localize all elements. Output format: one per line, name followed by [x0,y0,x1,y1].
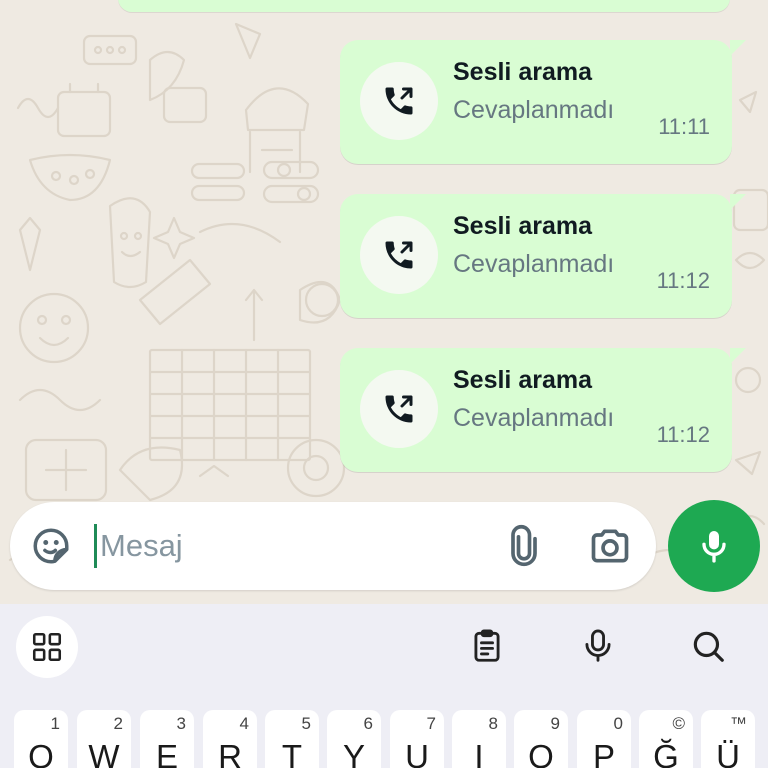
key-w[interactable]: 2W [77,710,131,768]
key-hint: 1 [50,714,60,733]
key-hint: 6 [363,714,373,733]
call-status-label: Cevaplanmadı [453,250,615,278]
key-u[interactable]: 7U [390,710,444,768]
call-status-label: Cevaplanmadı [453,404,615,432]
call-status-label: Cevaplanmadı [453,96,615,124]
mic-outline-icon [585,629,611,662]
camera-icon[interactable] [588,524,632,568]
key-r[interactable]: 4R [203,710,257,768]
key-letter: Q [28,738,54,768]
outgoing-call-icon [385,241,413,269]
key-p[interactable]: 0P [577,710,631,768]
key-hint: ™ [730,714,747,733]
key-hint: 2 [113,714,123,733]
key-hint: © [672,714,685,733]
clipboard-button[interactable] [467,626,507,666]
key-hint: 0 [613,714,623,733]
call-type-label: Sesli arama [453,212,592,240]
key-u-umlaut[interactable]: ™ Ü [701,710,755,768]
key-letter: R [218,738,242,768]
voice-record-button[interactable] [668,500,760,592]
keyboard-apps-button[interactable] [16,616,78,678]
key-o[interactable]: 9O [514,710,568,768]
key-letter: I [474,738,484,768]
missed-call-bubble[interactable]: Sesli arama Cevaplanmadı 11:11 [340,40,746,164]
sticker-icon[interactable] [30,525,72,567]
call-icon-circle [360,62,438,140]
key-letter: T [281,738,303,768]
mic-icon [702,531,726,563]
outgoing-call-icon [385,395,413,423]
key-letter: U [405,738,429,768]
key-g-breve[interactable]: © Ğ [639,710,693,768]
key-letter: P [592,738,615,768]
call-icon-circle [360,370,438,448]
call-type-label: Sesli arama [453,58,592,86]
message-timestamp: 11:11 [658,114,710,139]
call-icon-circle [360,216,438,294]
message-input[interactable] [100,518,480,574]
search-icon [693,631,724,662]
on-screen-keyboard: 1Q 2W 3E 4R 5T 6Y 7U 8I 9O 0P © Ğ ™ Ü [0,604,768,768]
key-i[interactable]: 8I [452,710,506,768]
voice-typing-button[interactable] [578,626,618,666]
previous-message-bubble[interactable] [118,0,730,12]
key-letter: E [155,738,178,768]
missed-call-bubble[interactable]: Sesli arama Cevaplanmadı 11:12 [340,348,746,472]
key-letter: Y [342,738,365,768]
message-timestamp: 11:12 [656,268,710,293]
key-letter: O [528,738,554,768]
message-composer [10,502,656,590]
key-hint: 9 [550,714,560,733]
whatsapp-chat-screen: Sesli arama Cevaplanmadı 11:11 Sesli ara… [0,0,768,768]
grid-icon [32,632,62,662]
text-cursor [94,524,97,568]
key-e[interactable]: 3E [140,710,194,768]
key-hint: 7 [426,714,436,733]
paperclip-icon[interactable] [502,524,546,568]
message-timestamp: 11:12 [656,422,710,447]
key-q[interactable]: 1Q [14,710,68,768]
missed-call-bubble[interactable]: Sesli arama Cevaplanmadı 11:12 [340,194,746,318]
key-letter: Ğ [653,738,679,768]
key-t[interactable]: 5T [265,710,319,768]
keyboard-search-button[interactable] [688,626,728,666]
key-hint: 5 [301,714,311,733]
key-hint: 4 [239,714,249,733]
outgoing-call-icon [385,87,413,115]
key-letter: W [88,738,120,768]
key-hint: 3 [176,714,186,733]
key-y[interactable]: 6Y [327,710,381,768]
key-hint: 8 [488,714,498,733]
key-letter: Ü [716,738,740,768]
clipboard-icon [474,629,500,662]
call-type-label: Sesli arama [453,366,592,394]
